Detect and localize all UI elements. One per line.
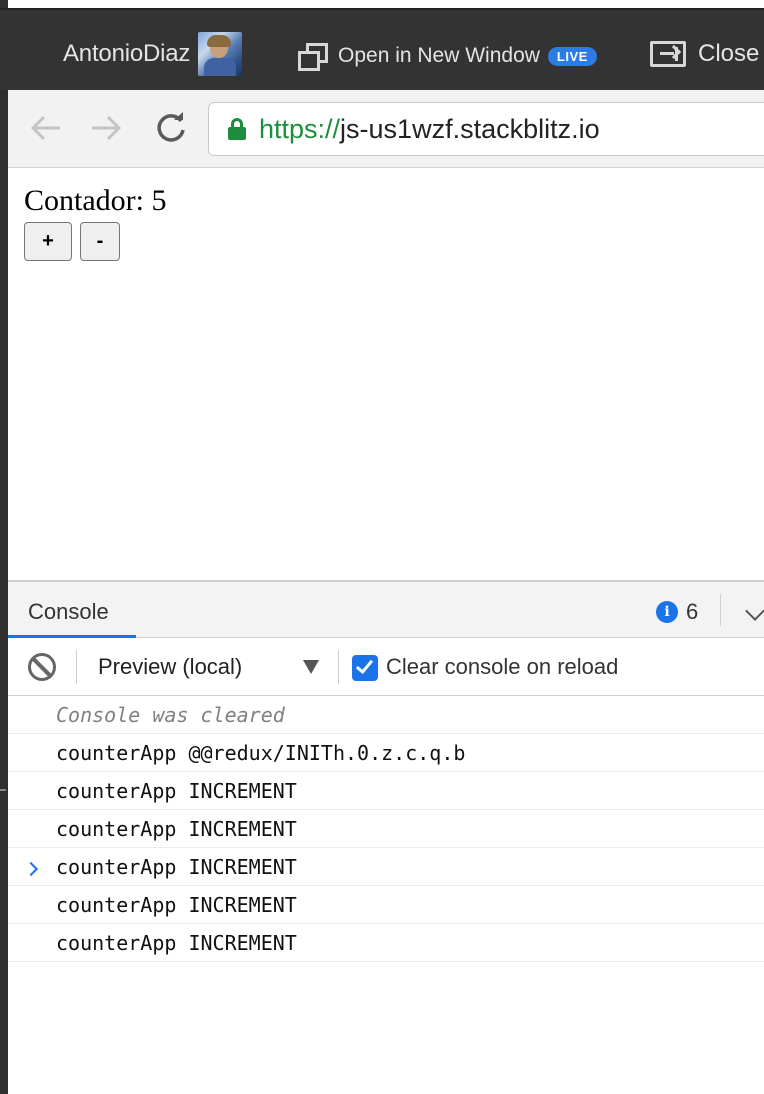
forward-button[interactable] bbox=[86, 108, 126, 148]
back-button[interactable] bbox=[26, 108, 66, 148]
console-toolbar: Preview (local) Clear console on reload bbox=[8, 638, 764, 696]
edge-marker bbox=[0, 789, 6, 791]
console-log-list: Console was cleared counterApp @@redux/I… bbox=[8, 696, 764, 962]
clear-on-reload-label[interactable]: Clear console on reload bbox=[386, 654, 618, 680]
checkmark-icon bbox=[355, 655, 374, 675]
prompt-chevron-icon bbox=[23, 861, 39, 877]
url-bar[interactable]: https:// js-us1wzf.stackblitz.io bbox=[208, 102, 764, 156]
console-tab-bar: Console i 6 bbox=[8, 582, 764, 639]
arrow-right-icon bbox=[92, 115, 122, 141]
open-in-new-window-button[interactable]: Open in New Window LIVE bbox=[297, 40, 597, 72]
clear-console-button[interactable] bbox=[28, 653, 56, 681]
preview-page: Contador: 5 + - bbox=[8, 168, 764, 580]
console-log-line: counterApp INCREMENT bbox=[8, 848, 764, 886]
user-name: AntonioDiaz bbox=[63, 40, 191, 67]
url-protocol: https:// bbox=[259, 113, 341, 144]
clear-on-reload-checkbox[interactable] bbox=[352, 655, 378, 681]
counter-text: Contador: 5 bbox=[24, 184, 167, 217]
tab-console[interactable]: Console bbox=[8, 582, 136, 639]
divider bbox=[720, 594, 721, 626]
console-prompt[interactable] bbox=[23, 861, 40, 878]
live-badge: LIVE bbox=[547, 46, 597, 66]
left-edge-strip bbox=[0, 0, 8, 1094]
info-message-count[interactable]: i 6 bbox=[656, 599, 698, 625]
new-window-icon bbox=[297, 40, 329, 72]
reload-button[interactable] bbox=[151, 108, 191, 148]
info-count: 6 bbox=[686, 599, 699, 624]
url-host: js-us1wzf.stackblitz.io bbox=[340, 113, 600, 144]
divider bbox=[76, 650, 77, 684]
close-label: Close bbox=[698, 40, 760, 67]
close-button[interactable]: Close bbox=[650, 40, 759, 68]
user-profile[interactable]: AntonioDiaz bbox=[63, 32, 243, 76]
avatar bbox=[198, 32, 243, 76]
exit-icon bbox=[650, 41, 686, 67]
console-log-line: counterApp INCREMENT bbox=[8, 924, 764, 962]
no-entry-icon bbox=[31, 656, 53, 679]
console-cleared-message: Console was cleared bbox=[8, 696, 764, 734]
console-log-line: counterApp INCREMENT bbox=[8, 772, 764, 810]
console-log-line: counterApp INCREMENT bbox=[8, 886, 764, 924]
console-log-line: counterApp INCREMENT bbox=[8, 810, 764, 848]
chevron-down-icon[interactable] bbox=[745, 601, 764, 621]
tab-console-label: Console bbox=[28, 599, 109, 624]
lock-icon bbox=[227, 117, 247, 141]
info-icon: i bbox=[656, 601, 678, 623]
increment-button[interactable]: + bbox=[24, 222, 72, 261]
divider bbox=[338, 650, 339, 684]
open-window-label: Open in New Window bbox=[338, 44, 540, 67]
console-panel: Console i 6 Preview (local) Clear consol… bbox=[8, 580, 764, 1094]
browser-nav-bar: https:// js-us1wzf.stackblitz.io bbox=[8, 90, 764, 168]
context-select[interactable]: Preview (local) bbox=[98, 654, 242, 680]
arrow-left-icon bbox=[30, 115, 60, 141]
stackblitz-top-bar: AntonioDiaz Open in New Window LIVE Clos… bbox=[0, 8, 764, 90]
dropdown-triangle-icon[interactable] bbox=[303, 660, 319, 674]
decrement-button[interactable]: - bbox=[80, 222, 120, 261]
reload-icon bbox=[157, 112, 185, 142]
console-log-line: counterApp @@redux/INITh.0.z.c.q.b bbox=[8, 734, 764, 772]
